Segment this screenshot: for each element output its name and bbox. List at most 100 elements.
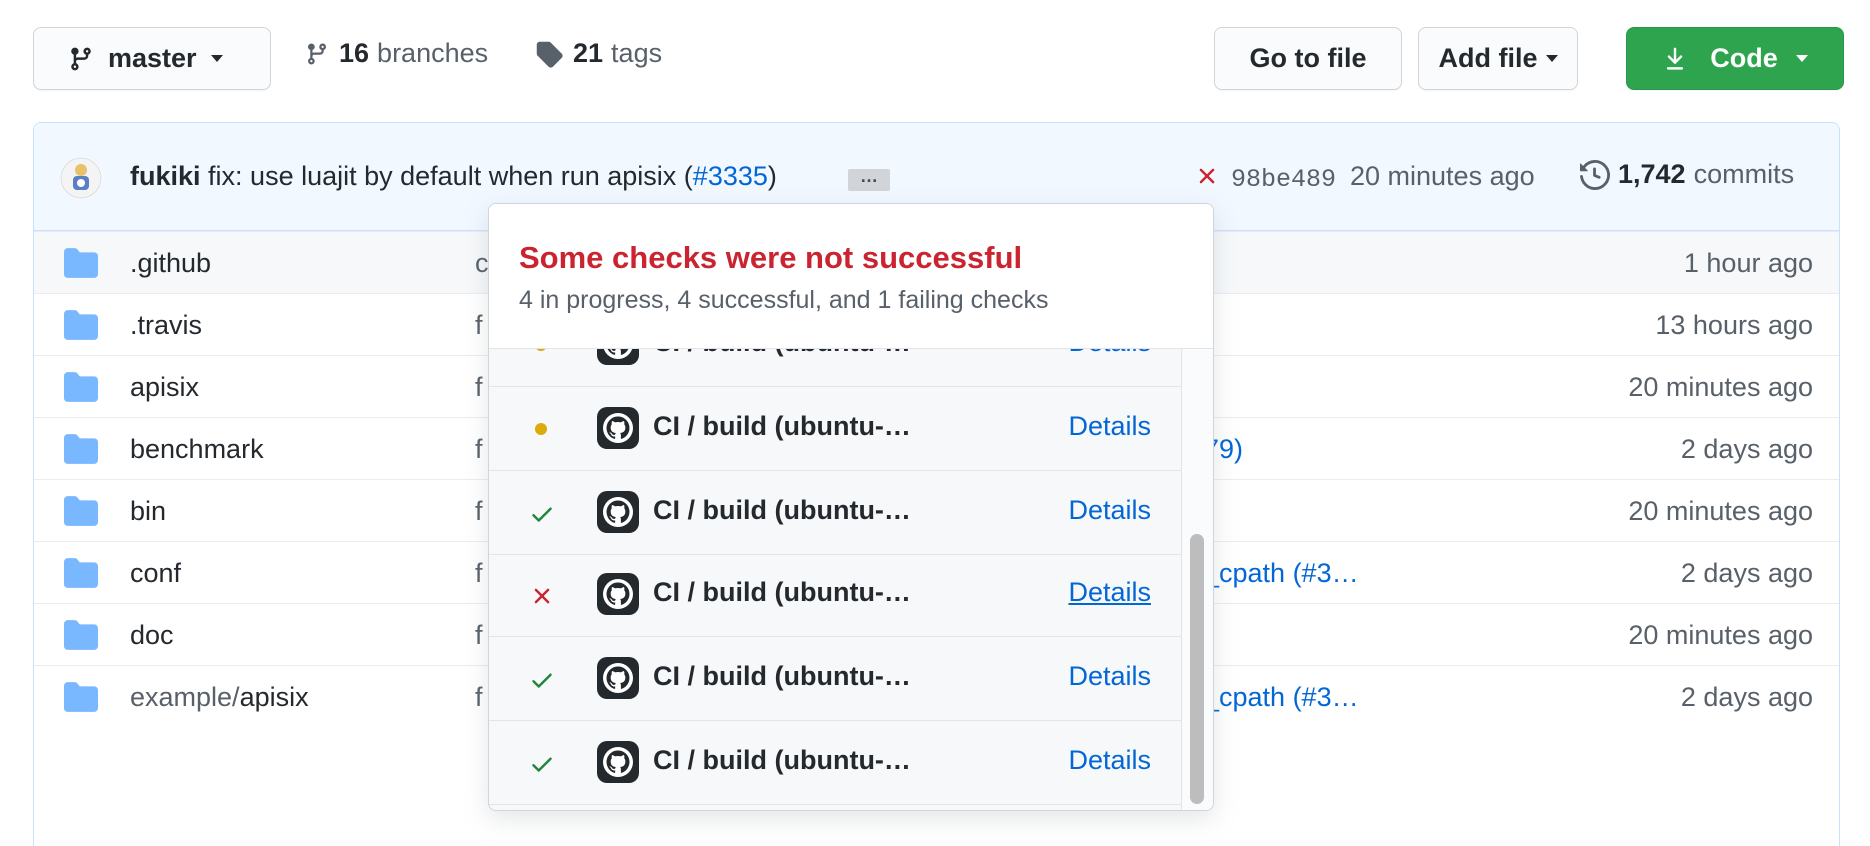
- folder-icon: [64, 558, 98, 593]
- branches-link[interactable]: 16 branches: [305, 38, 488, 69]
- checks-list: CI / build (ubuntu-… Details CI / build (u…: [489, 349, 1181, 810]
- file-commit-message[interactable]: c: [475, 248, 489, 279]
- check-name: CI / build (ubuntu-…: [653, 745, 911, 775]
- file-name[interactable]: benchmark: [130, 434, 264, 465]
- folder-icon: [64, 248, 98, 283]
- commit-author[interactable]: fukiki: [130, 161, 201, 191]
- file-commit-message[interactable]: f: [475, 434, 483, 465]
- avatar[interactable]: [60, 157, 102, 199]
- check-details-link[interactable]: Details: [1068, 745, 1151, 776]
- file-name-prefix[interactable]: example/: [130, 682, 240, 712]
- check-details-link[interactable]: Details: [1068, 661, 1151, 692]
- commit-text-end: ): [767, 161, 777, 191]
- chevron-down-icon: [210, 55, 223, 62]
- commit-sha[interactable]: 98be489: [1231, 165, 1336, 194]
- file-name-text[interactable]: apisix: [130, 372, 199, 402]
- code-button[interactable]: Code: [1626, 27, 1844, 90]
- file-name-text[interactable]: doc: [130, 620, 174, 650]
- pending-dot-icon: [529, 349, 553, 357]
- github-logo-icon: [597, 491, 639, 533]
- chevron-down-icon: [1795, 55, 1808, 62]
- tags-label: tags: [611, 38, 663, 68]
- x-icon: [529, 583, 553, 607]
- file-name-text[interactable]: bin: [130, 496, 166, 526]
- file-name-text[interactable]: apisix: [240, 682, 309, 712]
- file-commit-message[interactable]: f: [475, 620, 483, 651]
- checks-popover-header: Some checks were not successful 4 in pro…: [489, 204, 1213, 349]
- check-name: CI / build (ubuntu-…: [653, 661, 911, 691]
- file-commit-message[interactable]: f: [475, 372, 483, 403]
- file-name[interactable]: example/apisix: [130, 682, 309, 713]
- tags-count: 21: [573, 38, 604, 68]
- pending-dot-icon: [529, 417, 553, 441]
- file-commit-time: 2 days ago: [1680, 558, 1813, 588]
- checks-popover-title: Some checks were not successful: [519, 240, 1023, 275]
- add-file-button[interactable]: Add file: [1418, 27, 1578, 90]
- branch-name: master: [108, 43, 197, 73]
- check-row: CI / build (ubuntu-… Details: [489, 471, 1181, 555]
- add-file-label: Add file: [1438, 43, 1538, 73]
- file-commit-message[interactable]: f: [475, 310, 483, 341]
- check-row: CI / build (ubuntu-… Details: [489, 387, 1181, 471]
- tag-icon: [536, 41, 563, 68]
- folder-icon: [64, 310, 98, 345]
- check-details-link[interactable]: Details: [1068, 577, 1151, 608]
- github-logo-icon: [597, 573, 639, 615]
- github-logo-icon: [597, 657, 639, 699]
- repo-toolbar: master 16 branches 21 tags Go to file Ad…: [0, 0, 1870, 120]
- file-name[interactable]: bin: [130, 496, 166, 527]
- branch-select-button[interactable]: master: [33, 27, 271, 90]
- code-label: Code: [1710, 43, 1778, 73]
- check-name: CI / build (ubuntu-…: [653, 495, 911, 525]
- check-details-link[interactable]: Details: [1068, 349, 1151, 358]
- check-details-link[interactable]: Details: [1068, 495, 1151, 526]
- file-name[interactable]: .github: [130, 248, 211, 279]
- file-commit-message[interactable]: f: [475, 496, 483, 527]
- tags-link[interactable]: 21 tags: [535, 38, 662, 69]
- file-commit-time: 13 hours ago: [1655, 310, 1813, 340]
- folder-icon: [64, 434, 98, 469]
- file-name[interactable]: .travis: [130, 310, 202, 341]
- check-icon: [529, 501, 553, 525]
- file-name[interactable]: apisix: [130, 372, 199, 403]
- folder-icon: [64, 496, 98, 531]
- x-icon[interactable]: [1194, 163, 1220, 189]
- file-commit-message-tail[interactable]: _cpath (#3…: [1204, 558, 1359, 589]
- file-commit-time: 20 minutes ago: [1628, 372, 1813, 402]
- file-name-text[interactable]: .travis: [130, 310, 202, 340]
- check-name: CI / build (ubuntu-…: [653, 577, 911, 607]
- file-commit-message-tail[interactable]: _cpath (#3…: [1204, 682, 1359, 713]
- commit-text[interactable]: fix: use luajit by default when run apis…: [208, 161, 693, 191]
- commits-label: commits: [1693, 159, 1795, 189]
- branches-count: 16: [339, 38, 370, 68]
- download-icon: [1667, 47, 1684, 70]
- check-row: CI / build (ubuntu-… Details: [489, 721, 1181, 805]
- check-icon: [529, 751, 553, 775]
- file-commit-message[interactable]: f: [475, 682, 483, 713]
- go-to-file-label: Go to file: [1249, 43, 1367, 73]
- check-row: CI / build (ubuntu-… Details: [489, 349, 1181, 387]
- history-icon: [1580, 159, 1610, 190]
- commit-pr-link[interactable]: #3335: [693, 161, 768, 191]
- file-commit-time: 1 hour ago: [1683, 248, 1813, 278]
- check-icon: [529, 667, 553, 691]
- folder-icon: [64, 620, 98, 655]
- commit-time: 20 minutes ago: [1350, 161, 1535, 191]
- commits-link[interactable]: 1,742 commits: [1580, 159, 1794, 190]
- file-commit-time: 2 days ago: [1680, 434, 1813, 464]
- file-name-text[interactable]: .github: [130, 248, 211, 278]
- scrollbar-thumb[interactable]: [1190, 534, 1204, 804]
- git-branch-icon: [71, 47, 91, 70]
- check-details-link[interactable]: Details: [1068, 411, 1151, 442]
- file-name[interactable]: doc: [130, 620, 174, 651]
- file-name-text[interactable]: benchmark: [130, 434, 264, 464]
- expand-commit-button[interactable]: …: [848, 167, 890, 191]
- file-name-text[interactable]: conf: [130, 558, 181, 588]
- github-logo-icon: [597, 407, 639, 449]
- go-to-file-button[interactable]: Go to file: [1214, 27, 1402, 90]
- file-name[interactable]: conf: [130, 558, 181, 589]
- branches-label: branches: [377, 38, 489, 68]
- file-commit-message[interactable]: f: [475, 558, 483, 589]
- commit-message: fukiki fix: use luajit by default when r…: [130, 161, 777, 192]
- scrollbar[interactable]: [1181, 349, 1213, 810]
